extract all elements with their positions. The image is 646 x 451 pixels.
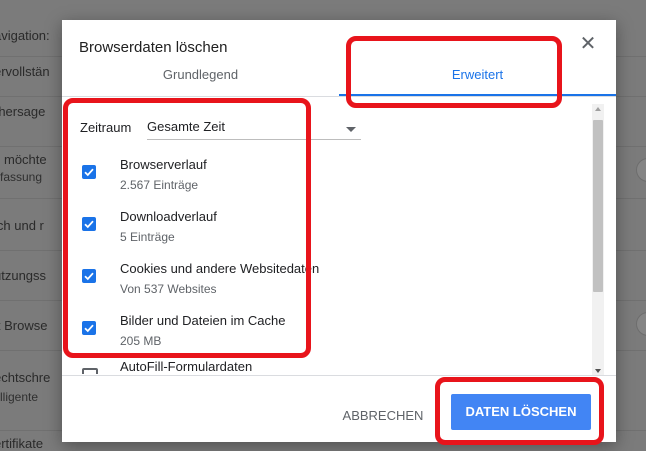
list-item-cache[interactable]: Bilder und Dateien im Cache 205 MB [62, 305, 582, 355]
item-subtitle: 2.567 Einträge [120, 178, 199, 192]
tab-basic[interactable]: Grundlegend [62, 58, 339, 94]
bg-toggle [636, 158, 646, 182]
list-item-autofill[interactable]: AutoFill-Formulardaten [62, 355, 582, 374]
scroll-down-arrow-icon[interactable] [595, 369, 601, 373]
item-subtitle: 5 Einträge [120, 230, 175, 244]
clear-data-button[interactable]: DATEN LÖSCHEN [451, 394, 591, 430]
clear-browsing-data-dialog: Browserdaten löschen ✕ Grundlegend Erwei… [62, 20, 616, 442]
scroll-up-arrow-icon[interactable] [595, 107, 601, 111]
dialog-content: Zeitraum Gesamte Zeit Browserverlauf 2.5… [62, 97, 616, 374]
list-item-browsing-history[interactable]: Browserverlauf 2.567 Einträge [62, 149, 582, 199]
list-item-download-history[interactable]: Downloadverlauf 5 Einträge [62, 201, 582, 251]
dialog-title: Browserdaten löschen [79, 39, 228, 56]
list-item-cookies[interactable]: Cookies und andere Websitedaten Von 537 … [62, 253, 582, 303]
content-scrollbar[interactable] [592, 104, 604, 376]
item-title: Downloadverlauf [120, 209, 217, 224]
bg-row-text: ervollstän [0, 64, 50, 79]
footer-divider [62, 375, 616, 376]
item-title: AutoFill-Formulardaten [120, 359, 253, 374]
item-title: Browserverlauf [120, 157, 207, 172]
bg-row-text: ich und r [0, 218, 44, 233]
item-title: Cookies und andere Websitedaten [120, 261, 320, 276]
browsing-history-checkbox[interactable] [82, 165, 96, 179]
cancel-button[interactable]: ABBRECHEN [334, 400, 432, 432]
close-icon[interactable]: ✕ [578, 34, 598, 54]
bg-row-subtext: lligente [0, 390, 39, 404]
tab-bar: Grundlegend Erweitert [62, 58, 616, 97]
item-title: Bilder und Dateien im Cache [120, 313, 286, 328]
bg-row-text: möchte [4, 152, 47, 167]
check-icon [84, 168, 94, 177]
dropdown-arrow-icon [346, 127, 356, 132]
download-history-checkbox[interactable] [82, 217, 96, 231]
bg-row-subtext: fassung [0, 170, 43, 184]
item-subtitle: 205 MB [120, 334, 162, 348]
cookies-checkbox[interactable] [82, 269, 96, 283]
bg-row-text: utzungss [0, 268, 47, 283]
check-icon [84, 324, 94, 333]
check-icon [84, 220, 94, 229]
autofill-checkbox[interactable] [82, 368, 98, 374]
item-subtitle: Von 537 Websites [120, 282, 217, 296]
timerange-value: Gesamte Zeit [147, 119, 226, 134]
bg-row-text: rhersage [0, 104, 46, 119]
check-icon [84, 272, 94, 281]
timerange-dropdown[interactable]: Gesamte Zeit [147, 117, 361, 140]
bg-row-text: avigation: [0, 28, 50, 43]
bg-toggle [636, 312, 646, 336]
scroll-thumb[interactable] [593, 120, 603, 292]
cache-checkbox[interactable] [82, 321, 96, 335]
timerange-label: Zeitraum [80, 120, 132, 135]
bg-row-text: ertifikate [0, 436, 44, 451]
bg-row-text: echtschre [0, 370, 51, 385]
tab-advanced[interactable]: Erweitert [339, 58, 616, 96]
bg-row-text: lt Browse [0, 318, 48, 333]
